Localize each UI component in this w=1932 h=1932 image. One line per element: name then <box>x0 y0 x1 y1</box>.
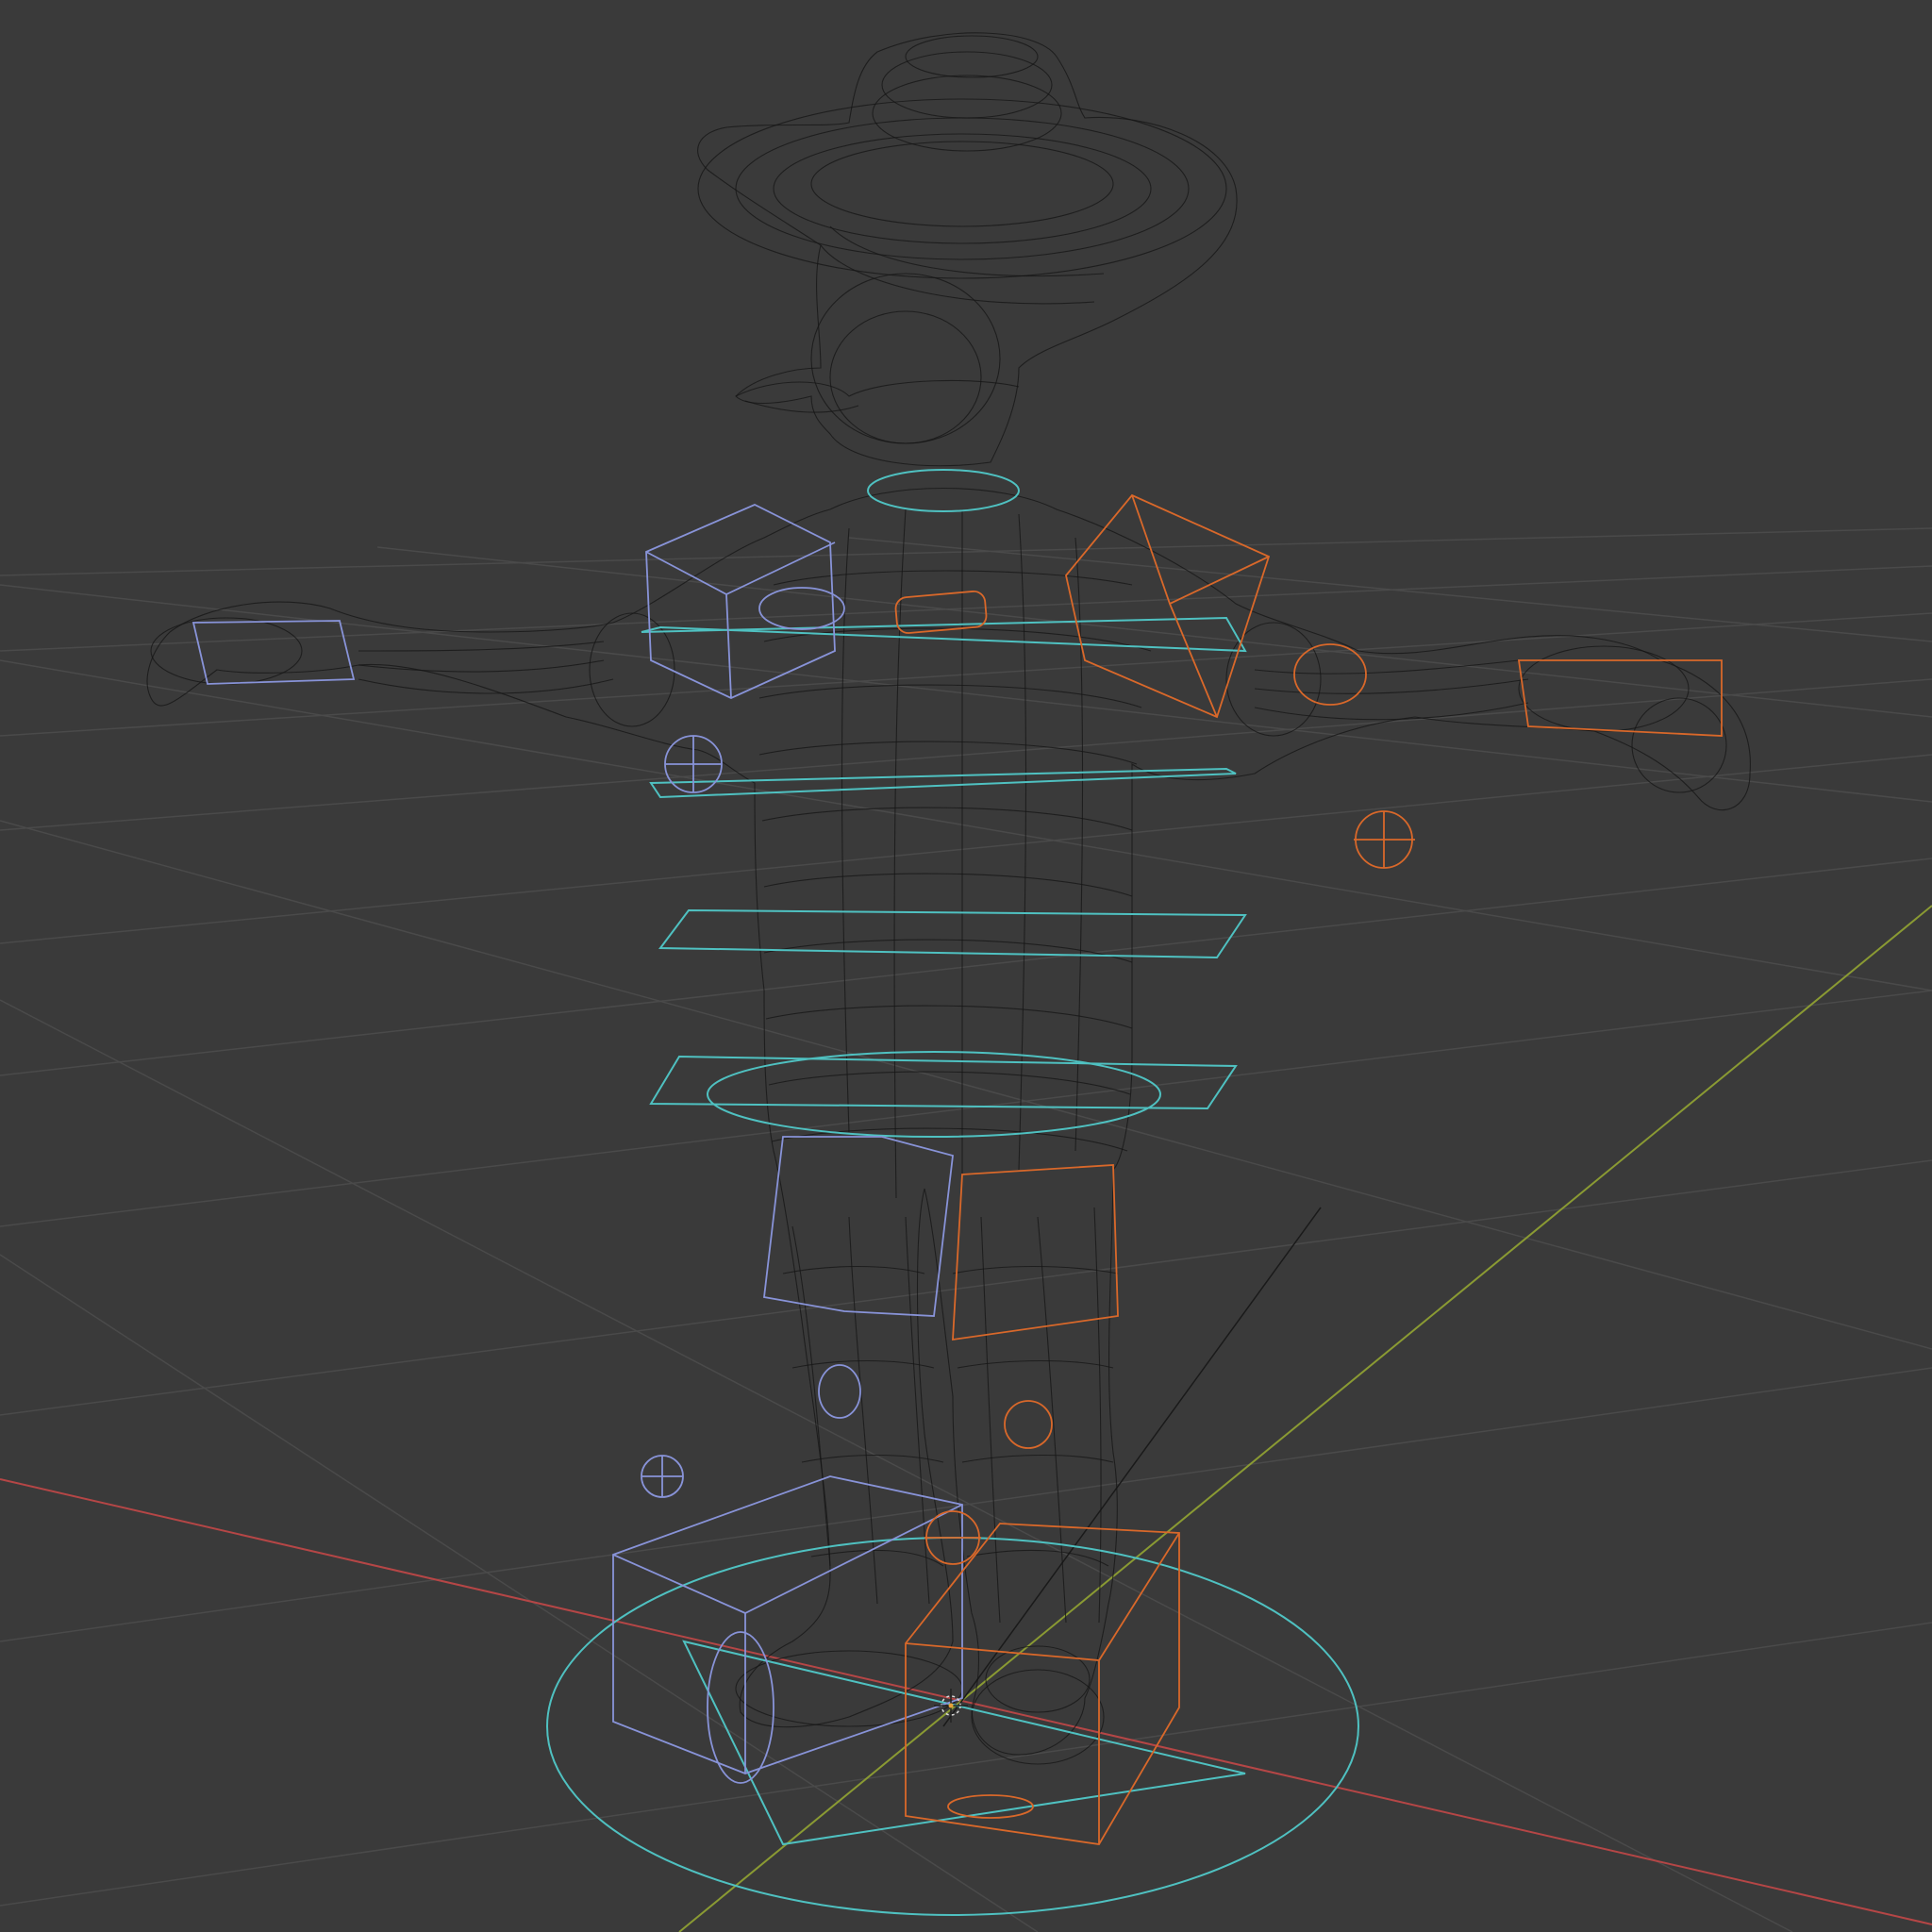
shoulder-right-control[interactable] <box>1065 493 1271 719</box>
viewport-canvas[interactable] <box>0 0 1932 1932</box>
thigh-right-control[interactable] <box>952 1164 1119 1341</box>
spine-lower-control[interactable] <box>658 908 1247 959</box>
elbow-right-control[interactable] <box>1293 643 1367 706</box>
neck-control[interactable] <box>867 469 1020 512</box>
armature-controls-left[interactable] <box>192 504 963 1784</box>
heel-right-control[interactable] <box>947 1794 1034 1819</box>
hips-ring[interactable] <box>707 1051 1161 1138</box>
3d-viewport[interactable] <box>0 0 1932 1932</box>
camera-view-line <box>942 1207 1322 1727</box>
floor-grid <box>0 527 1932 1932</box>
knee-right-control[interactable] <box>1004 1400 1053 1449</box>
foot-left-control[interactable] <box>612 1475 963 1774</box>
character-mesh[interactable] <box>146 32 1751 1765</box>
x-axis-line <box>0 1478 1932 1925</box>
knee-left-control[interactable] <box>818 1364 861 1419</box>
hips-control[interactable] <box>649 1055 1238 1110</box>
root-control[interactable] <box>546 1537 1359 1916</box>
root-arrow-control[interactable] <box>682 1640 1246 1846</box>
armature-controls-right[interactable] <box>894 493 1723 1845</box>
chest-control[interactable] <box>641 616 1247 653</box>
hand-left-control[interactable] <box>192 620 356 685</box>
